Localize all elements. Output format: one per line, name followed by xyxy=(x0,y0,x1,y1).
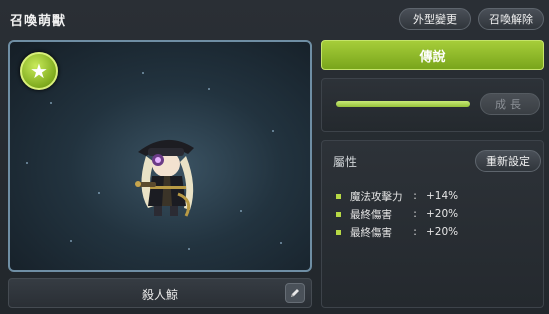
sparkle xyxy=(272,130,274,132)
attributes-title: 屬性 xyxy=(333,155,358,169)
growth-progress-fill xyxy=(336,101,470,107)
attribute-separator: : xyxy=(413,208,417,220)
sparkle xyxy=(70,240,72,242)
bullet xyxy=(336,193,341,199)
growth-panel: 成長 xyxy=(321,78,544,132)
sparkle xyxy=(98,192,100,194)
pencil-icon xyxy=(291,289,299,297)
pet-name-bar: 殺人鯨 xyxy=(8,278,312,308)
attribute-value: +20% xyxy=(426,226,459,238)
pet-sprite xyxy=(135,139,194,217)
attributes-panel: 屬性 重新設定 魔法攻擊力 : +14% 最終傷害 : +20% 最終傷害 : … xyxy=(321,140,544,308)
attribute-separator: : xyxy=(413,190,417,202)
sparkle xyxy=(240,210,242,212)
attribute-separator: : xyxy=(413,226,417,238)
growth-progress-bar xyxy=(336,101,470,107)
legendary-grade-badge: ★ xyxy=(20,52,58,90)
bullet xyxy=(336,229,341,235)
grow-button[interactable]: 成長 xyxy=(480,93,540,115)
window-title: 召喚萌獸 xyxy=(10,14,67,29)
sparkle xyxy=(188,248,190,250)
attribute-list: 魔法攻擊力 : +14% 最終傷害 : +20% 最終傷害 : +20% xyxy=(336,187,458,241)
attribute-row: 最終傷害 : +20% xyxy=(336,223,458,241)
attribute-row: 最終傷害 : +20% xyxy=(336,205,458,223)
summon-release-button[interactable]: 召喚解除 xyxy=(478,8,544,30)
edit-name-button[interactable] xyxy=(285,283,305,303)
sparkle xyxy=(26,162,28,164)
sparkle xyxy=(142,72,144,74)
attribute-row: 魔法攻擊力 : +14% xyxy=(336,187,458,205)
attribute-name: 最終傷害 xyxy=(350,226,392,239)
attribute-name: 魔法攻擊力 xyxy=(350,190,403,203)
appearance-change-button[interactable]: 外型變更 xyxy=(399,8,471,30)
reset-attributes-button[interactable]: 重新設定 xyxy=(475,150,541,172)
pet-window: 召喚萌獸 外型變更 召喚解除 ★ 殺人鯨 傳說 成長 屬性 重新設定 魔法攻擊力… xyxy=(0,0,549,314)
bullet xyxy=(336,211,341,217)
star-icon: ★ xyxy=(30,59,48,83)
attribute-value: +20% xyxy=(426,208,459,220)
pet-name: 殺人鯨 xyxy=(141,288,178,302)
attribute-value: +14% xyxy=(426,190,459,202)
sparkle xyxy=(280,242,282,244)
grade-label: 傳說 xyxy=(321,40,544,70)
sparkle xyxy=(50,102,52,104)
sparkle xyxy=(208,88,210,90)
attribute-name: 最終傷害 xyxy=(350,208,392,221)
pet-preview-stage: ★ xyxy=(8,40,312,272)
